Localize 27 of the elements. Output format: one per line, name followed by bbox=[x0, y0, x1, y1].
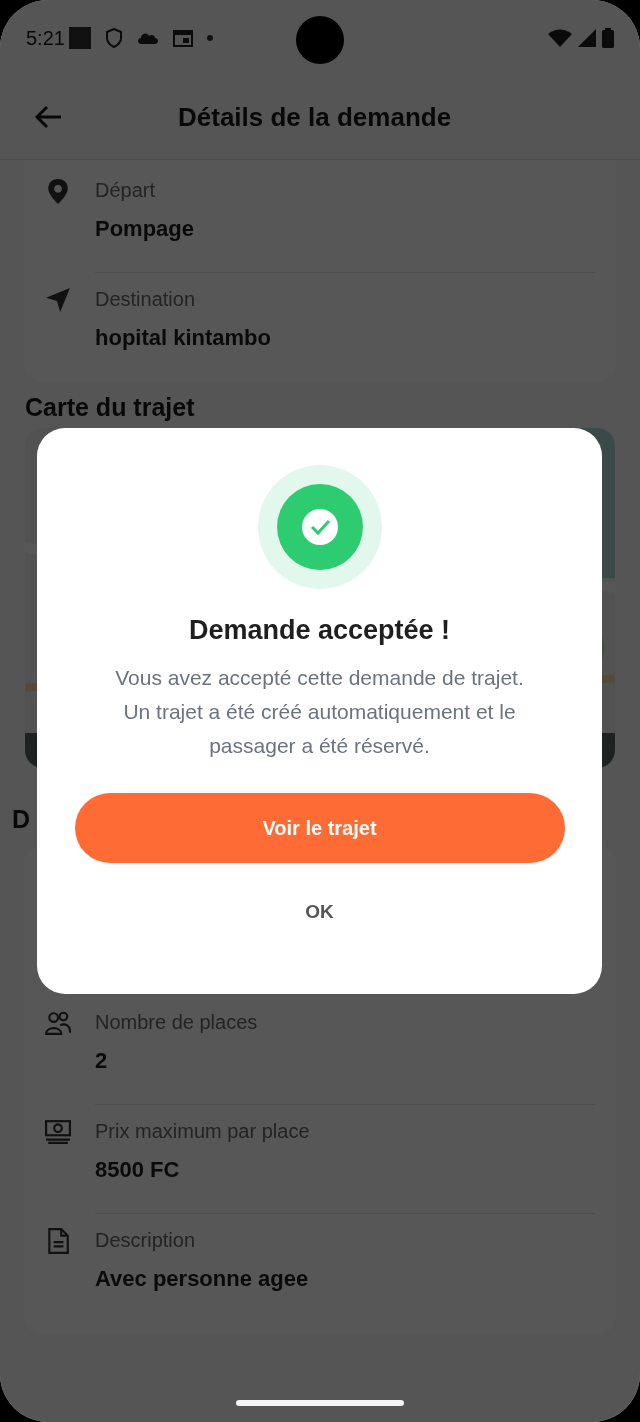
field-value: 2 bbox=[95, 1047, 109, 1075]
field-value: hopital kintambo bbox=[95, 324, 272, 352]
section-heading: Carte du trajet bbox=[25, 392, 195, 422]
banknote-icon bbox=[45, 1119, 71, 1145]
shield-icon bbox=[104, 27, 123, 48]
battery-icon bbox=[602, 27, 614, 48]
location-pin-icon bbox=[45, 178, 71, 204]
people-icon bbox=[45, 1010, 71, 1036]
ok-button[interactable]: OK bbox=[285, 877, 354, 947]
signal-icon bbox=[578, 28, 596, 47]
wifi-icon bbox=[548, 28, 572, 47]
image-notification-icon bbox=[68, 26, 91, 49]
camera-hole bbox=[296, 16, 344, 64]
calendar-icon bbox=[172, 28, 193, 47]
field-value: Pompage bbox=[95, 215, 196, 243]
dot-icon bbox=[206, 34, 213, 41]
dialog-message: Vous avez accepté cette demande de trajet. Un trajet a été créé automatiquement et le passager a été réservé. bbox=[114, 665, 525, 759]
status-time: 5:21 bbox=[26, 25, 65, 51]
success-check-icon bbox=[257, 465, 382, 589]
field-value: 8500 FC bbox=[95, 1156, 181, 1184]
screen-title: Détails de la demande bbox=[178, 100, 452, 134]
back-arrow-icon[interactable] bbox=[34, 105, 62, 129]
document-icon bbox=[45, 1228, 71, 1254]
navigation-arrow-icon bbox=[45, 287, 71, 313]
field-value: Avec personne agee bbox=[95, 1265, 310, 1293]
dialog-title: Demande acceptée ! bbox=[188, 614, 451, 647]
section-heading: D bbox=[12, 804, 31, 834]
